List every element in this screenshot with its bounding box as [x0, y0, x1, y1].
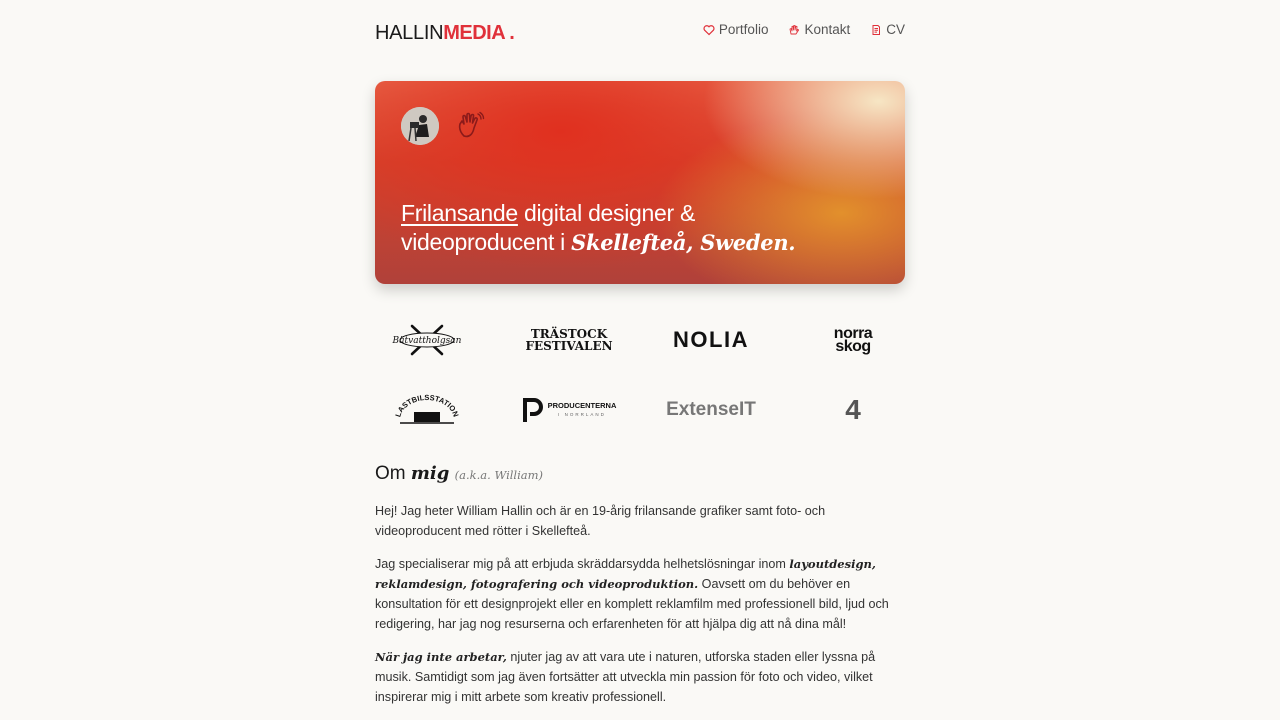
nav-kontakt-label: Kontakt	[804, 22, 851, 37]
document-icon	[872, 24, 881, 35]
nav-cv[interactable]: CV	[870, 22, 905, 37]
about-paragraph-2: Jag specialiserar mig på att erbjuda skr…	[375, 554, 905, 634]
about-p3-emph: När jag inte arbetar,	[375, 650, 507, 664]
about-paragraph-1: Hej! Jag heter William Hallin och är en …	[375, 504, 826, 538]
client-logo-lastbilsstation: LASTBILSSTATION	[367, 385, 487, 435]
client-logo-waterpolo: Bätvattholgsan	[367, 315, 487, 365]
heart-icon	[703, 24, 715, 35]
client-logo-producenterna-line1: PRODUCENTERNA	[547, 401, 617, 410]
about-paragraph-3: När jag inte arbetar, njuter jag av att …	[375, 647, 905, 707]
client-logos: Bätvattholgsan TRÄSTOCK FESTIVALEN NOLIA…	[375, 310, 905, 440]
logo-part2: MEDIA	[443, 22, 506, 44]
hero-heading: Frilansande digital designer & videoprod…	[401, 199, 861, 257]
client-logo-four: 4	[845, 394, 861, 425]
nav-portfolio-label: Portfolio	[718, 22, 769, 37]
client-logo-producenterna-line2: I NORRLAND	[558, 412, 606, 417]
site-logo[interactable]: HALLINMEDIA.	[375, 20, 515, 45]
hero-card: Frilansande digital designer & videoprod…	[375, 81, 905, 284]
hero-line1: digital designer &	[517, 200, 696, 226]
about-title-aka: (a.k.a. William)	[454, 468, 544, 482]
about-title-emph: mig	[410, 463, 450, 484]
hero-line2: videoproducent i	[401, 229, 572, 255]
about-p2-start: Jag specialiserar mig på att erbjuda skr…	[375, 557, 790, 571]
client-logo-nolia: NOLIA	[673, 327, 749, 352]
hero-highlight[interactable]: Frilansande	[401, 200, 518, 226]
logo-part1: HALLIN	[375, 22, 444, 44]
hand-icon	[790, 24, 800, 34]
nav-kontakt[interactable]: Kontakt	[788, 22, 850, 37]
client-logo-norra-skog: norra skog	[793, 315, 913, 365]
client-logo-waterpolo-text: Bätvattholgsan	[392, 336, 462, 346]
waving-hand-icon	[458, 111, 485, 138]
client-logo-trastock: TRÄSTOCK FESTIVALEN	[509, 315, 629, 365]
site-header: HALLINMEDIA. Portfolio Kontakt CV	[375, 18, 905, 46]
client-logo-producenterna: PRODUCENTERNA I NORRLAND	[509, 385, 629, 435]
nav-portfolio[interactable]: Portfolio	[703, 22, 769, 37]
avatar	[401, 107, 439, 145]
about-heading: Om mig (a.k.a. William)	[375, 463, 543, 485]
client-logo-extenseit: ExtenseIT	[666, 399, 756, 420]
about-title-start: Om	[375, 463, 411, 484]
hero-location: Skellefteå, Sweden.	[571, 230, 796, 255]
main-nav: Portfolio Kontakt CV	[703, 22, 905, 37]
nav-cv-label: CV	[886, 22, 905, 37]
client-logo-trastock-line2: FESTIVALEN	[525, 339, 613, 353]
client-logo-norra-line2: skog	[835, 338, 871, 355]
logo-dot: .	[509, 22, 515, 44]
